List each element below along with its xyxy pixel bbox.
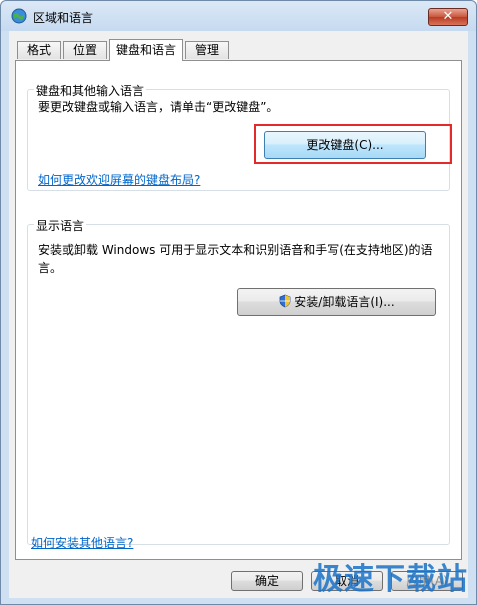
watermark-logo: 极速下载站 [313, 562, 468, 597]
globe-icon [11, 8, 27, 24]
welcome-screen-keyboard-link[interactable]: 如何更改欢迎屏幕的键盘布局? [38, 171, 200, 188]
tab-administrative[interactable]: 管理 [185, 41, 229, 59]
display-language-description-line2: 言。 [38, 261, 63, 275]
keyboard-group-title: 键盘和其他输入语言 [34, 82, 147, 99]
ok-button[interactable]: 确定 [231, 571, 303, 591]
tab-keyboards-languages[interactable]: 键盘和语言 [109, 39, 183, 61]
display-language-group: 显示语言 安装或卸载 Windows 可用于显示文本和识别语音和手写(在支持地区… [27, 217, 450, 545]
dialog-content: 格式 位置 键盘和语言 管理 键盘和其他输入语言 要更改键盘或输入语言，请单击“… [9, 31, 468, 598]
close-button[interactable]: ✕ [428, 8, 468, 26]
title-bar[interactable]: 区域和语言 ✕ [1, 1, 476, 31]
tab-format[interactable]: 格式 [17, 41, 61, 59]
install-uninstall-languages-button[interactable]: 安装/卸载语言(I)... [237, 288, 436, 316]
install-other-languages-link[interactable]: 如何安装其他语言? [31, 534, 133, 551]
change-keyboards-button[interactable]: 更改键盘(C)... [264, 131, 426, 159]
display-language-description-line1: 安装或卸载 Windows 可用于显示文本和识别语音和手写(在支持地区)的语 [38, 243, 433, 257]
uac-shield-icon [279, 294, 291, 308]
tab-panel: 键盘和其他输入语言 要更改键盘或输入语言，请单击“更改键盘”。 更改键盘(C).… [15, 60, 462, 560]
install-uninstall-languages-label: 安装/卸载语言(I)... [294, 295, 395, 309]
tab-location[interactable]: 位置 [63, 41, 107, 59]
dialog-window: 区域和语言 ✕ 格式 位置 键盘和语言 管理 键盘和其他输入语言 要更改键盘或输… [0, 0, 477, 605]
display-language-group-title: 显示语言 [34, 217, 87, 234]
keyboard-description: 要更改键盘或输入语言，请单击“更改键盘”。 [38, 100, 279, 114]
window-title: 区域和语言 [33, 11, 94, 25]
keyboard-group: 键盘和其他输入语言 要更改键盘或输入语言，请单击“更改键盘”。 更改键盘(C).… [27, 82, 452, 191]
